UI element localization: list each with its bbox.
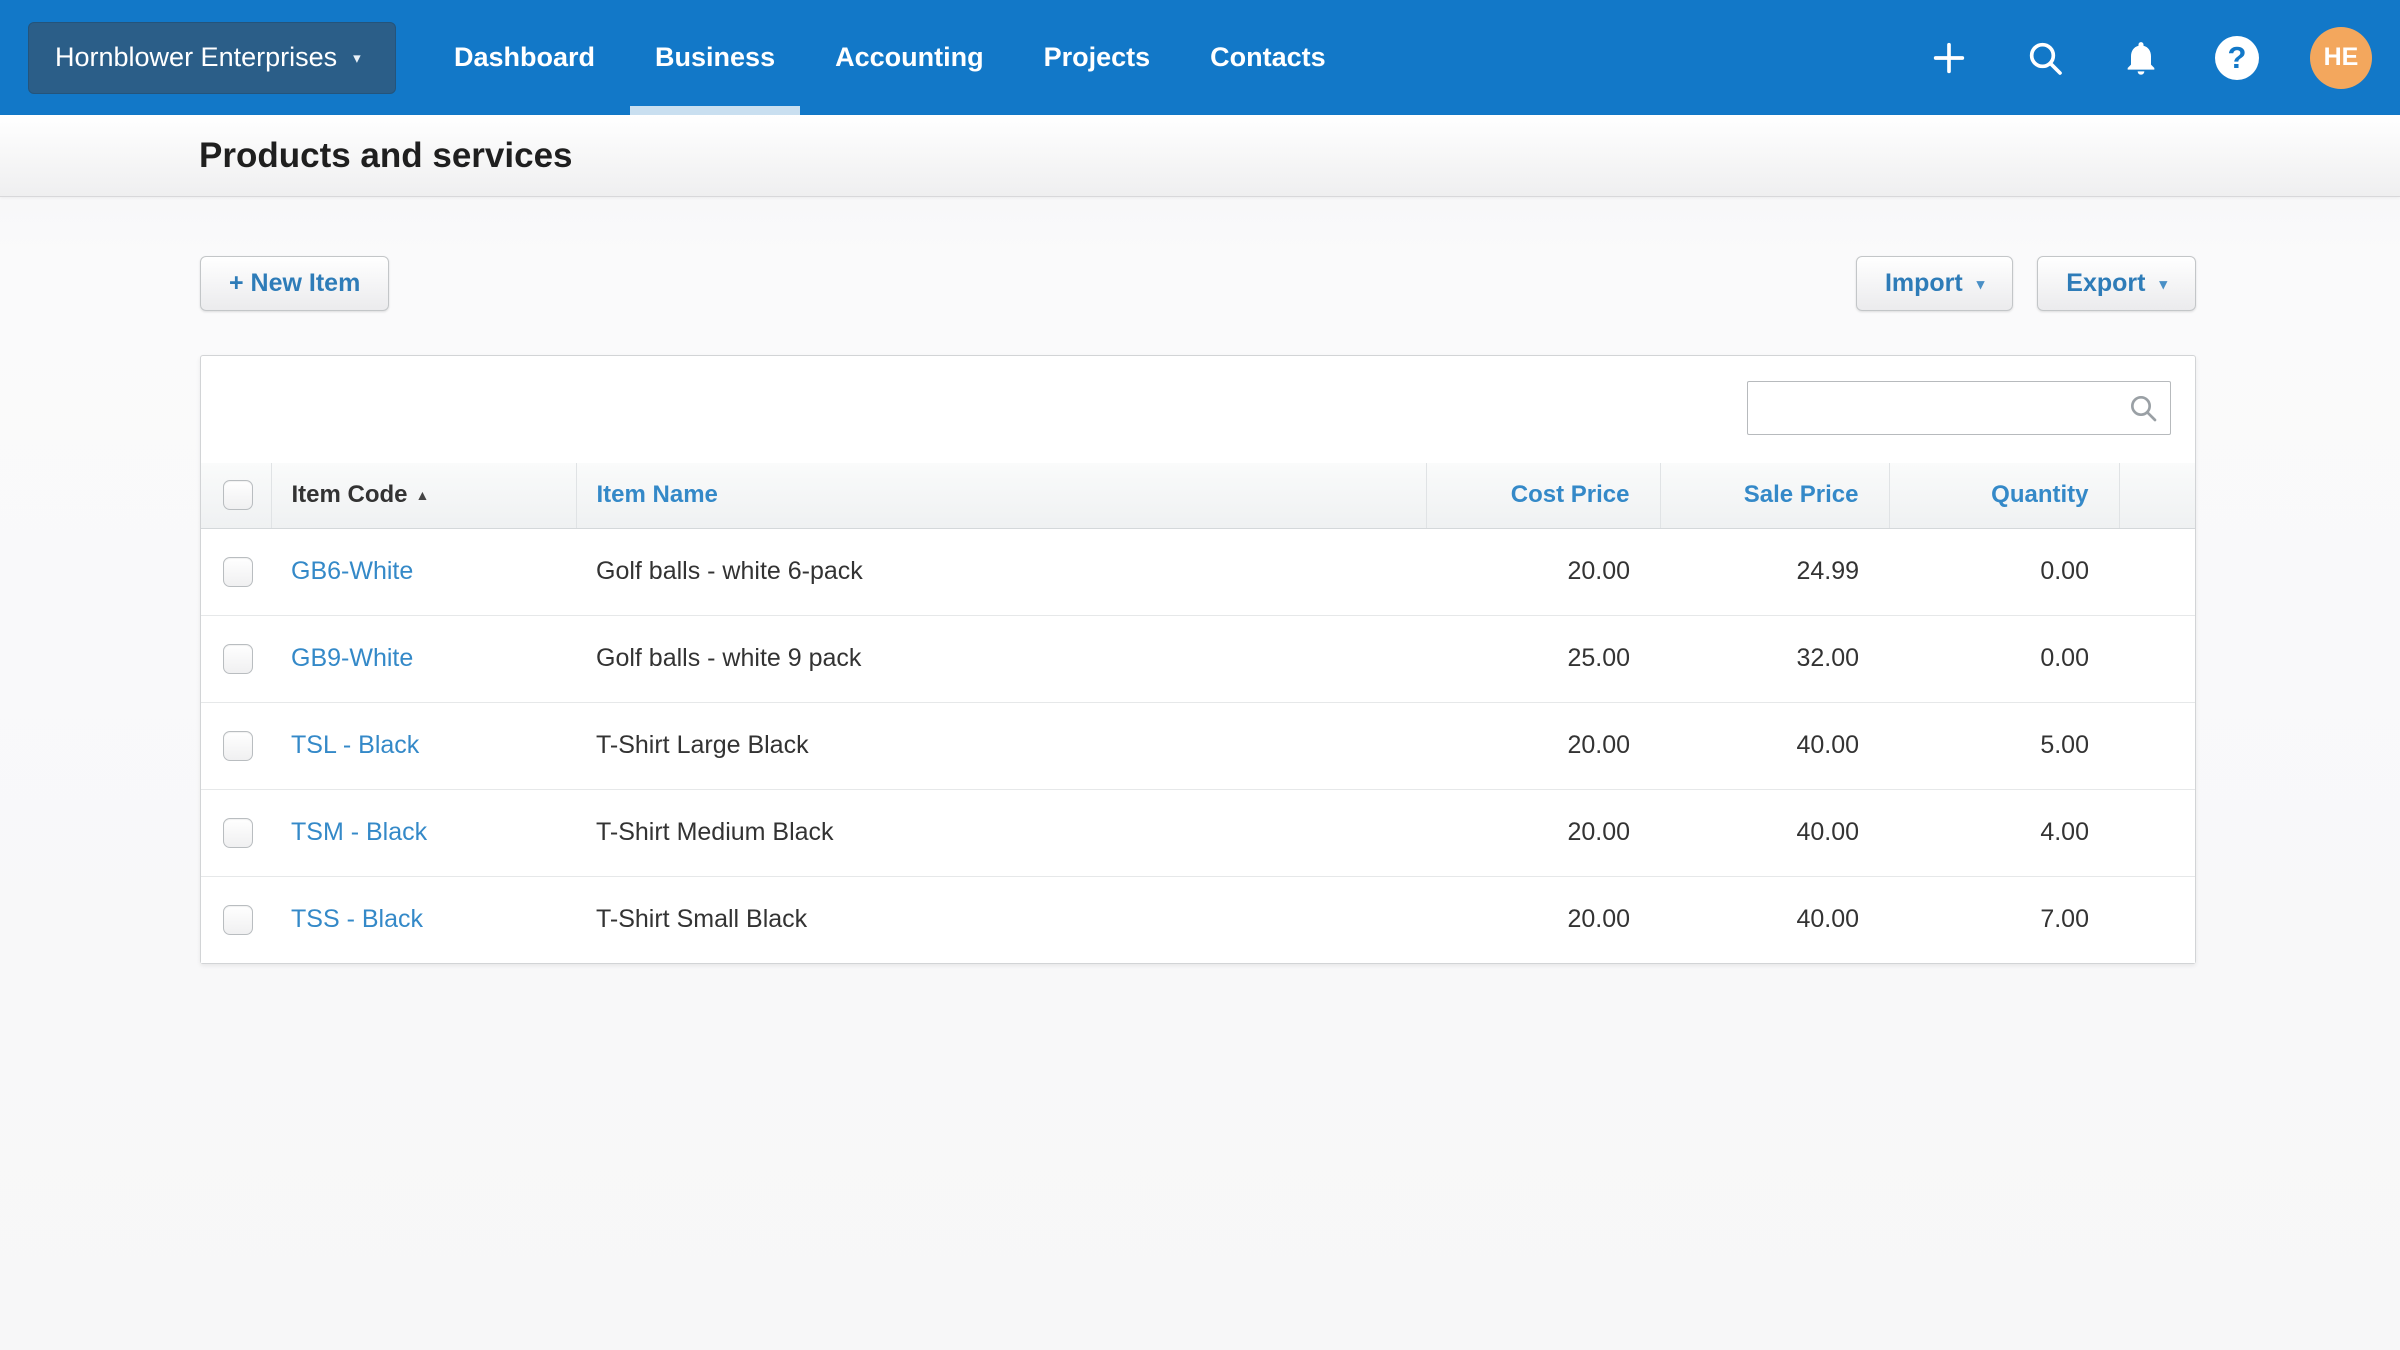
item-name-cell: T-Shirt Medium Black — [576, 789, 1426, 876]
item-name-cell: Golf balls - white 6-pack — [576, 528, 1426, 615]
items-table: Item Code ▲ Item Name Cost Price Sale Pri… — [201, 463, 2195, 963]
app-screen: Hornblower Enterprises ▾ Dashboard Busin… — [0, 0, 2400, 1350]
row-checkbox[interactable] — [223, 557, 253, 587]
column-header-blank — [2119, 463, 2195, 528]
avatar-initials: HE — [2324, 43, 2359, 72]
sale-price-cell: 32.00 — [1660, 615, 1889, 702]
plus-icon — [1929, 38, 1969, 78]
item-code-link[interactable]: GB9-White — [291, 644, 413, 672]
navbar-actions: ? HE — [1926, 27, 2400, 89]
cost-price-cell: 20.00 — [1426, 789, 1660, 876]
notifications-button[interactable] — [2118, 35, 2164, 81]
org-selector-dropdown[interactable]: Hornblower Enterprises ▾ — [28, 22, 396, 94]
blank-cell — [2119, 789, 2195, 876]
import-button[interactable]: Import ▾ — [1856, 256, 2013, 311]
column-header-quantity[interactable]: Quantity — [1889, 463, 2119, 528]
help-button[interactable]: ? — [2214, 35, 2260, 81]
item-name-cell: T-Shirt Large Black — [576, 702, 1426, 789]
table-search — [1747, 381, 2171, 435]
nav-item-contacts[interactable]: Contacts — [1180, 0, 1356, 115]
export-button[interactable]: Export ▾ — [2037, 256, 2196, 311]
item-name-cell: Golf balls - white 9 pack — [576, 615, 1426, 702]
chevron-down-icon: ▾ — [353, 49, 361, 67]
quantity-cell: 0.00 — [1889, 528, 2119, 615]
blank-cell — [2119, 702, 2195, 789]
chevron-down-icon: ▾ — [2159, 275, 2167, 293]
sale-price-cell: 24.99 — [1660, 528, 1889, 615]
row-checkbox[interactable] — [223, 644, 253, 674]
item-code-header-label: Item Code — [292, 481, 408, 508]
create-new-button[interactable] — [1926, 35, 1972, 81]
new-item-label: + New Item — [229, 269, 360, 298]
column-header-sale-price[interactable]: Sale Price — [1660, 463, 1889, 528]
user-avatar[interactable]: HE — [2310, 27, 2372, 89]
cost-price-cell: 20.00 — [1426, 876, 1660, 963]
help-icon: ? — [2215, 36, 2259, 80]
search-icon — [2025, 38, 2065, 78]
item-code-link[interactable]: TSM - Black — [291, 818, 427, 846]
item-code-link[interactable]: TSL - Black — [291, 731, 419, 759]
nav-item-projects[interactable]: Projects — [1014, 0, 1181, 115]
quantity-cell: 5.00 — [1889, 702, 2119, 789]
row-checkbox[interactable] — [223, 905, 253, 935]
table-row: TSL - Black T-Shirt Large Black 20.00 40… — [201, 702, 2195, 789]
items-card: Item Code ▲ Item Name Cost Price Sale Pri… — [200, 355, 2196, 964]
item-code-link[interactable]: GB6-White — [291, 557, 413, 585]
table-header-row: Item Code ▲ Item Name Cost Price Sale Pri… — [201, 463, 2195, 528]
blank-cell — [2119, 528, 2195, 615]
nav-item-accounting[interactable]: Accounting — [805, 0, 1014, 115]
import-label: Import — [1885, 269, 1963, 298]
top-navbar: Hornblower Enterprises ▾ Dashboard Busin… — [0, 0, 2400, 115]
item-name-cell: T-Shirt Small Black — [576, 876, 1426, 963]
quantity-cell: 0.00 — [1889, 615, 2119, 702]
select-all-cell — [201, 463, 271, 528]
nav-item-dashboard[interactable]: Dashboard — [424, 0, 625, 115]
table-row: TSS - Black T-Shirt Small Black 20.00 40… — [201, 876, 2195, 963]
sale-price-cell: 40.00 — [1660, 876, 1889, 963]
column-header-cost-price[interactable]: Cost Price — [1426, 463, 1660, 528]
nav-item-business[interactable]: Business — [625, 0, 805, 115]
bell-icon — [2121, 38, 2161, 78]
search-input[interactable] — [1747, 381, 2171, 435]
item-code-link[interactable]: TSS - Black — [291, 905, 423, 933]
select-all-checkbox[interactable] — [223, 480, 253, 510]
blank-cell — [2119, 876, 2195, 963]
table-controls — [201, 356, 2195, 463]
table-row: TSM - Black T-Shirt Medium Black 20.00 4… — [201, 789, 2195, 876]
main-content: + New Item Import ▾ Export ▾ — [0, 256, 2400, 964]
row-checkbox[interactable] — [223, 731, 253, 761]
cost-price-cell: 25.00 — [1426, 615, 1660, 702]
page-title: Products and services — [199, 136, 573, 176]
column-header-item-name[interactable]: Item Name — [576, 463, 1426, 528]
quantity-cell: 7.00 — [1889, 876, 2119, 963]
page-header: Products and services — [0, 115, 2400, 197]
search-button[interactable] — [2022, 35, 2068, 81]
quantity-cell: 4.00 — [1889, 789, 2119, 876]
toolbar-right: Import ▾ Export ▾ — [1856, 256, 2196, 311]
column-header-item-code[interactable]: Item Code ▲ — [271, 463, 576, 528]
chevron-down-icon: ▾ — [1977, 275, 1985, 293]
sort-ascending-icon: ▲ — [416, 487, 430, 503]
table-row: GB6-White Golf balls - white 6-pack 20.0… — [201, 528, 2195, 615]
cost-price-cell: 20.00 — [1426, 528, 1660, 615]
main-nav: Dashboard Business Accounting Projects C… — [424, 0, 1356, 115]
cost-price-cell: 20.00 — [1426, 702, 1660, 789]
new-item-button[interactable]: + New Item — [200, 256, 389, 311]
export-label: Export — [2066, 269, 2145, 298]
org-name: Hornblower Enterprises — [55, 42, 337, 73]
table-row: GB9-White Golf balls - white 9 pack 25.0… — [201, 615, 2195, 702]
blank-cell — [2119, 615, 2195, 702]
toolbar: + New Item Import ▾ Export ▾ — [200, 256, 2196, 311]
sale-price-cell: 40.00 — [1660, 789, 1889, 876]
row-checkbox[interactable] — [223, 818, 253, 848]
sale-price-cell: 40.00 — [1660, 702, 1889, 789]
